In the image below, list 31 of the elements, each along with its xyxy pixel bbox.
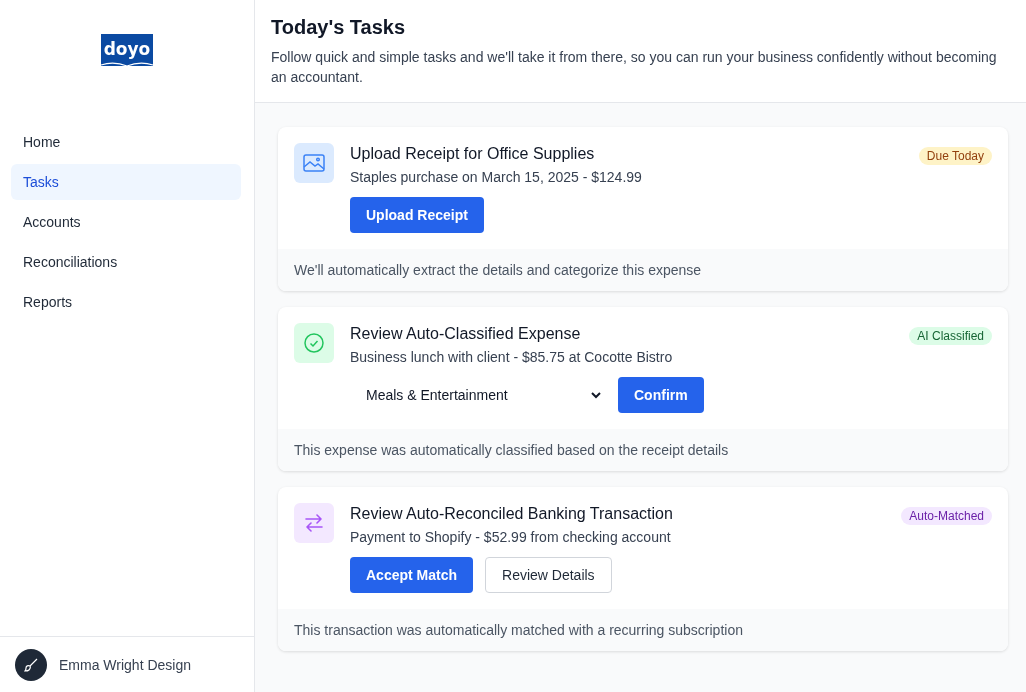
- chevron-down-icon: [590, 391, 602, 399]
- nav-item[interactable]: Reconciliations: [11, 244, 241, 280]
- task-title: Review Auto-Reconciled Banking Transaction: [350, 505, 673, 523]
- status-badge: Due Today: [918, 147, 992, 165]
- task-title: Upload Receipt for Office Supplies: [350, 145, 595, 163]
- task-detail: Business lunch with client - $85.75 at Cocotte Bistro: [350, 349, 674, 365]
- action-button[interactable]: Upload Receipt: [350, 197, 484, 233]
- status-badge: AI Classified: [909, 327, 992, 345]
- task-note: This expense was automatically classified based on the receipt details: [278, 429, 1008, 471]
- swap-arrows-icon: [304, 514, 324, 532]
- task-detail: Payment to Shopify - $52.99 from checking account: [350, 529, 672, 545]
- category-select[interactable]: Meals & Entertainment: [350, 377, 606, 413]
- nav-item[interactable]: Home: [11, 124, 241, 160]
- page-title: Today's Tasks: [271, 16, 407, 39]
- page-subtitle: Follow quick and simple tasks and we'll take it from there, so you can run your business confidently without becoming an accountant.: [271, 48, 998, 87]
- action-button[interactable]: Confirm: [618, 377, 704, 413]
- brush-icon: [24, 657, 38, 672]
- task-detail: Staples purchase on March 15, 2025 - $124.99: [350, 169, 643, 185]
- image-icon: [303, 153, 325, 173]
- task-title: Review Auto-Classified Expense: [350, 325, 581, 343]
- status-badge: Auto-Matched: [901, 507, 992, 525]
- nav-item[interactable]: Reports: [11, 284, 241, 320]
- task-note: We'll automatically extract the details and categorize this expense: [278, 249, 1008, 291]
- action-button[interactable]: Review Details: [485, 557, 612, 593]
- book-logo: doyo: [100, 32, 154, 68]
- nav-item[interactable]: Tasks: [11, 164, 241, 200]
- check-circle-icon: [304, 333, 324, 353]
- task-note: This transaction was automatically matched with a recurring subscription: [278, 609, 1008, 651]
- user-name: Emma Wright Design: [59, 656, 191, 673]
- nav-item[interactable]: Accounts: [11, 204, 241, 240]
- action-button[interactable]: Accept Match: [350, 557, 474, 593]
